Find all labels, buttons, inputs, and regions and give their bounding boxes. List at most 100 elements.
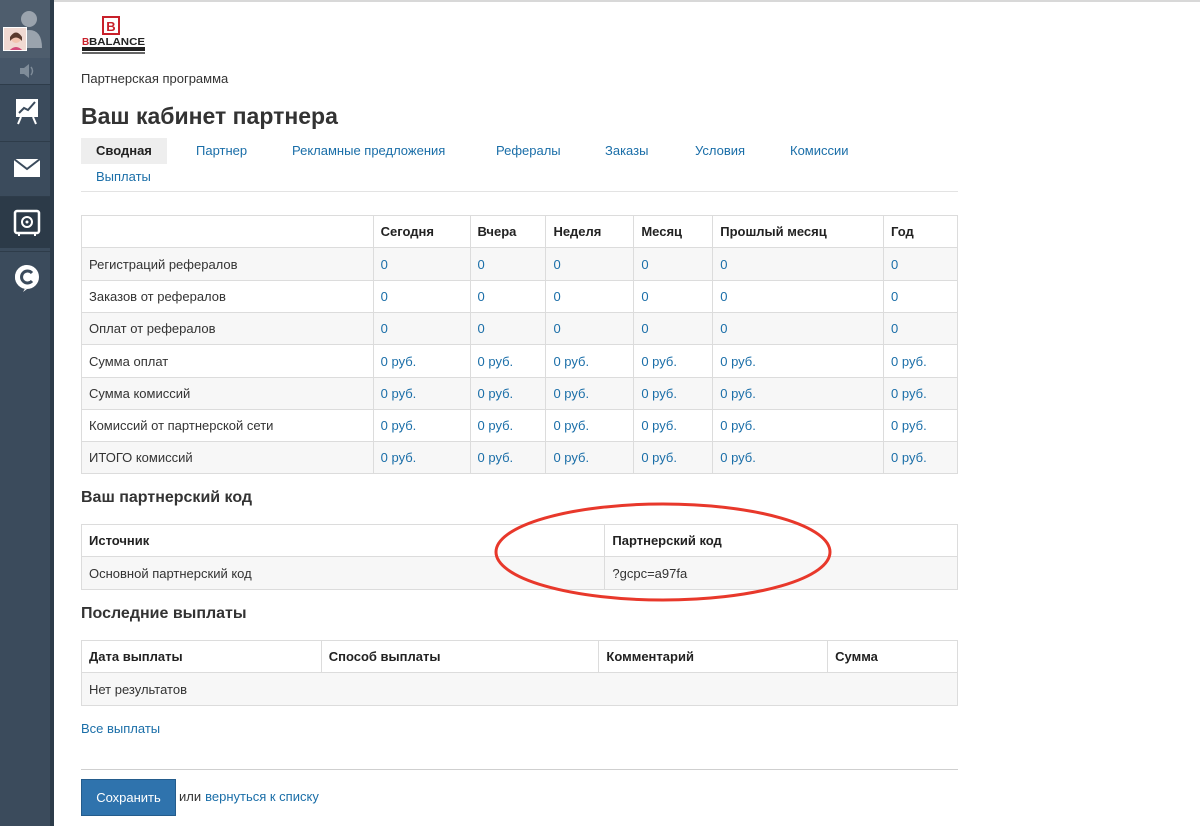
stat-value-link[interactable]: 0 руб.	[883, 344, 958, 378]
stat-value-link[interactable]: 0 руб.	[712, 377, 885, 410]
table-row: ИТОГО комиссий 0 руб. 0 руб. 0 руб. 0 ру…	[81, 441, 958, 474]
stat-value-link[interactable]: 0 руб.	[883, 377, 958, 410]
stat-value-link[interactable]: 0 руб.	[469, 441, 547, 474]
stat-value-link[interactable]: 0 руб.	[712, 344, 885, 378]
table-row: Комиссий от партнерской сети 0 руб. 0 ру…	[81, 409, 958, 442]
stat-value-link[interactable]: 0	[469, 247, 547, 281]
stat-value-link[interactable]: 0	[712, 312, 885, 345]
stat-value-link[interactable]: 0	[633, 312, 714, 345]
left-sidebar	[0, 0, 54, 826]
stat-value-link[interactable]: 0 руб.	[545, 409, 635, 442]
sidebar-item-partner[interactable]	[0, 196, 54, 248]
column-header	[81, 215, 374, 248]
row-label: Сумма комиссий	[81, 377, 374, 410]
column-header: Сумма	[827, 640, 958, 673]
stat-value-link[interactable]: 0	[712, 247, 885, 281]
stat-value-link[interactable]: 0	[372, 280, 471, 313]
svg-text:BALANCE: BALANCE	[89, 37, 145, 48]
bbalance-logo-icon: B B BALANCE	[82, 16, 145, 54]
stat-value-link[interactable]: 0 руб.	[469, 409, 547, 442]
table-row: Оплат от рефералов 0 0 0 0 0 0	[81, 312, 958, 345]
tab-partner[interactable]: Партнер	[181, 138, 262, 164]
back-to-list-link[interactable]: вернуться к списку	[205, 789, 319, 804]
column-header: Вчера	[469, 215, 547, 248]
column-header: Неделя	[545, 215, 635, 248]
chart-board-icon	[16, 98, 38, 124]
all-payouts-link[interactable]: Все выплаты	[81, 721, 160, 736]
column-header: Партнерский код	[604, 524, 958, 557]
user-avatar[interactable]	[0, 0, 54, 58]
stat-value-link[interactable]: 0 руб.	[633, 344, 714, 378]
stat-value-link[interactable]: 0 руб.	[545, 441, 635, 474]
table-row: Заказов от рефералов 0 0 0 0 0 0	[81, 280, 958, 313]
stat-value-link[interactable]: 0	[469, 312, 547, 345]
chat-c-icon	[15, 264, 39, 292]
stat-value-link[interactable]: 0	[883, 312, 958, 345]
stat-value-link[interactable]: 0 руб.	[545, 377, 635, 410]
stat-value-link[interactable]: 0	[469, 280, 547, 313]
stat-value-link[interactable]: 0	[372, 247, 471, 281]
row-label: Заказов от рефералов	[81, 280, 374, 313]
stat-value-link[interactable]: 0 руб.	[883, 441, 958, 474]
column-header: Год	[883, 215, 958, 248]
partner-code-value[interactable]: ?gcpc=a97fa	[604, 556, 958, 590]
column-header: Месяц	[633, 215, 714, 248]
row-label: ИТОГО комиссий	[81, 441, 374, 474]
footer-alt-action: или вернуться к списку	[179, 789, 319, 804]
stat-value-link[interactable]: 0 руб.	[633, 377, 714, 410]
stat-value-link[interactable]: 0	[633, 247, 714, 281]
stat-value-link[interactable]: 0	[545, 247, 635, 281]
stat-value-link[interactable]: 0	[372, 312, 471, 345]
stat-value-link[interactable]: 0	[883, 247, 958, 281]
stat-value-link[interactable]: 0 руб.	[372, 344, 471, 378]
stat-value-link[interactable]: 0	[712, 280, 885, 313]
sidebar-item-stats[interactable]	[0, 84, 54, 136]
stat-value-link[interactable]: 0 руб.	[372, 377, 471, 410]
table-row: Сумма комиссий 0 руб. 0 руб. 0 руб. 0 ру…	[81, 377, 958, 410]
table-row: Сумма оплат 0 руб. 0 руб. 0 руб. 0 руб. …	[81, 344, 958, 378]
table-row: Основной партнерский код ?gcpc=a97fa	[80, 556, 958, 590]
stat-value-link[interactable]: 0 руб.	[883, 409, 958, 442]
stat-value-link[interactable]: 0 руб.	[372, 441, 471, 474]
stat-value-link[interactable]: 0 руб.	[545, 344, 635, 378]
stat-value-link[interactable]: 0 руб.	[712, 441, 885, 474]
tab-payouts[interactable]: Выплаты	[81, 164, 166, 190]
row-label: Регистраций рефералов	[81, 247, 374, 281]
stat-value-link[interactable]: 0	[545, 312, 635, 345]
stat-value-link[interactable]: 0 руб.	[372, 409, 471, 442]
top-border	[0, 0, 1200, 2]
save-button[interactable]: Сохранить	[81, 779, 176, 816]
or-label: или	[179, 789, 202, 804]
tab-conditions[interactable]: Условия	[680, 138, 760, 164]
speaker-toggle[interactable]	[0, 58, 54, 84]
column-header: Прошлый месяц	[712, 215, 885, 248]
stat-value-link[interactable]: 0 руб.	[469, 344, 547, 378]
stat-value-link[interactable]: 0 руб.	[633, 409, 714, 442]
column-header: Источник	[80, 524, 606, 557]
stat-value-link[interactable]: 0 руб.	[712, 409, 885, 442]
stat-value-link[interactable]: 0 руб.	[633, 441, 714, 474]
column-header: Дата выплаты	[81, 640, 322, 673]
page-title: Ваш кабинет партнера	[81, 103, 338, 129]
tab-referrals[interactable]: Рефералы	[481, 138, 576, 164]
tab-ad-offers[interactable]: Рекламные предложения	[277, 138, 460, 164]
stat-value-link[interactable]: 0 руб.	[469, 377, 547, 410]
code-source: Основной партнерский код	[80, 556, 606, 590]
table-header-row: Дата выплаты Способ выплаты Комментарий …	[81, 640, 958, 673]
tab-orders[interactable]: Заказы	[590, 138, 663, 164]
tab-commissions[interactable]: Комиссии	[775, 138, 864, 164]
stat-value-link[interactable]: 0	[545, 280, 635, 313]
stat-value-link[interactable]: 0	[633, 280, 714, 313]
breadcrumb: Партнерская программа	[81, 71, 229, 86]
brand-logo[interactable]: B B BALANCE	[81, 16, 151, 58]
stat-value-link[interactable]: 0	[883, 280, 958, 313]
safe-icon	[13, 209, 41, 236]
tab-summary[interactable]: Сводная	[81, 138, 167, 164]
column-header: Комментарий	[598, 640, 829, 673]
speaker-icon	[20, 64, 34, 78]
empty-results: Нет результатов	[81, 672, 958, 706]
summary-table: Сегодня Вчера Неделя Месяц Прошлый месяц…	[81, 215, 958, 474]
sidebar-item-mail[interactable]	[0, 141, 54, 193]
sidebar-item-chat[interactable]	[0, 251, 54, 303]
partner-code-title: Ваш партнерский код	[81, 489, 253, 506]
